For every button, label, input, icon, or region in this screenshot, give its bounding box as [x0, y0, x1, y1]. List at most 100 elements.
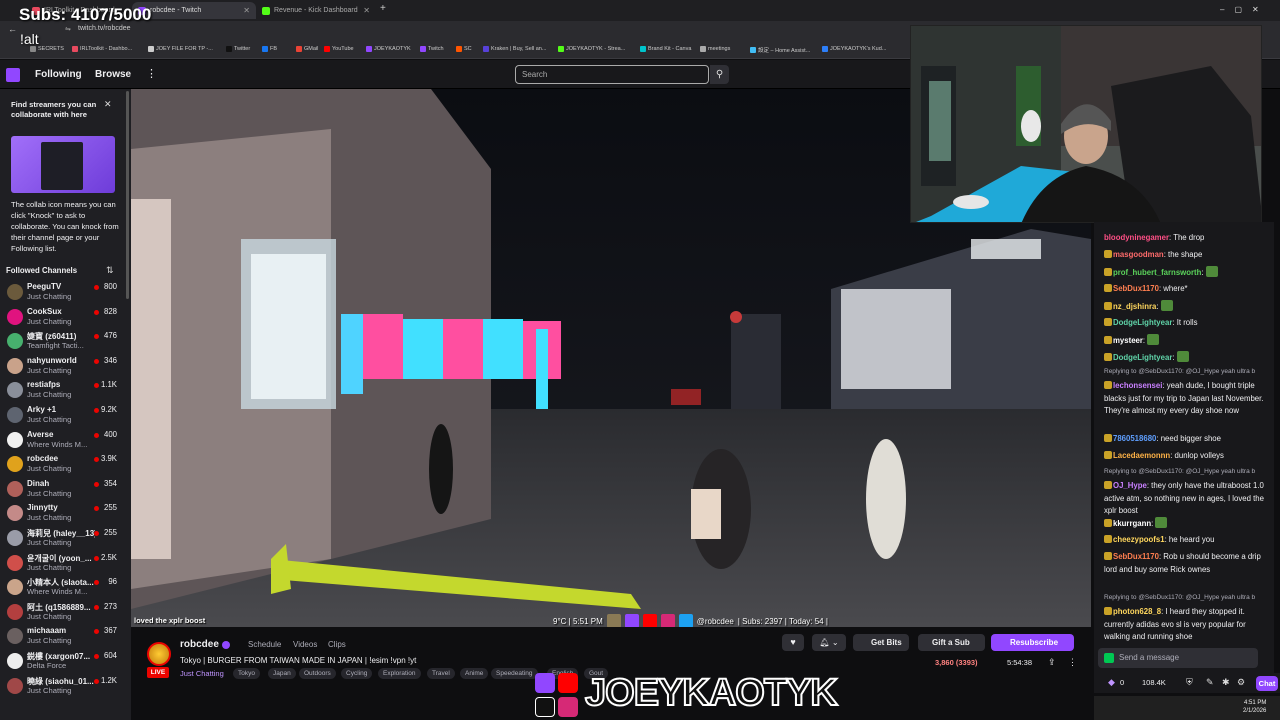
chat-reply-context[interactable]: Replying to @SebDux1170: @OJ_Hype yeah u… [1104, 594, 1270, 601]
chat-username[interactable]: cheezypoofs1 [1113, 535, 1165, 544]
stream-tag[interactable]: Speedeating [491, 668, 538, 679]
nav-browse-link[interactable]: Browse [95, 69, 131, 80]
bits-icon[interactable]: ◆ [1108, 677, 1115, 688]
sub-badge-icon[interactable] [1104, 607, 1112, 615]
more-options-icon[interactable]: ⋮ [146, 67, 157, 80]
resubscribe-button[interactable]: Resubscribe [991, 634, 1074, 651]
sidebar-scrollbar[interactable] [126, 91, 129, 299]
url-field[interactable]: twitch.tv/robcdee [78, 25, 131, 32]
bookmark-item[interactable]: Twitch [420, 46, 444, 52]
chat-input[interactable]: Send a message [1098, 648, 1258, 668]
sub-badge-icon[interactable] [1104, 302, 1112, 310]
emote-icon[interactable] [1176, 351, 1189, 362]
bookmark-item[interactable]: JOEYKAOTYK - Strea... [558, 46, 625, 52]
followed-channel-item[interactable]: michaaam Just Chatting 367 [0, 624, 122, 648]
stream-tag[interactable]: Japan [268, 668, 296, 679]
chat-username[interactable]: nz_djshinra [1113, 302, 1156, 311]
followed-channel-item[interactable]: CookSux Just Chatting 828 [0, 305, 122, 329]
sub-badge-icon[interactable] [1104, 318, 1112, 326]
notifications-button[interactable]: 🔔︎ ⌄ [812, 634, 846, 651]
tab-kick[interactable]: Revenue - Kick Dashboard ✕ [256, 2, 376, 19]
bookmark-item[interactable]: FB [262, 46, 277, 52]
search-input[interactable]: Search [515, 65, 709, 84]
followed-channel-item[interactable]: Jinnytty Just Chatting 255 [0, 501, 122, 525]
new-tab-icon[interactable]: + [380, 3, 386, 14]
bookmark-item[interactable]: JOEY FILE FOR TP -... [148, 46, 213, 52]
chat-username[interactable]: OJ_Hype [1113, 481, 1147, 490]
share-icon[interactable]: ⇪ [1048, 657, 1056, 668]
followed-channel-item[interactable]: robcdee Just Chatting 3.9K [0, 452, 122, 476]
sub-badge-icon[interactable] [1104, 284, 1112, 292]
emote-icon[interactable] [1160, 300, 1173, 311]
mod-icon[interactable]: ✱ [1222, 677, 1230, 688]
bookmark-item[interactable]: JOEYKAOTYK [366, 46, 411, 52]
sub-badge-icon[interactable] [1104, 381, 1112, 389]
followed-channel-item[interactable]: 婕寶 (z60411) Teamfight Tacti... 476 [0, 329, 122, 353]
close-icon[interactable]: ✕ [104, 99, 112, 110]
wand-icon[interactable]: ✎ [1206, 677, 1214, 688]
bookmark-item[interactable]: GMail [296, 46, 318, 52]
chat-username[interactable]: kkurrgann [1113, 519, 1151, 528]
bookmark-item[interactable]: Twitter [226, 46, 250, 52]
window-controls[interactable]: –▢✕ [1220, 5, 1269, 14]
bookmark-item[interactable]: meetings [700, 46, 730, 52]
chat-reply-context[interactable]: Replying to @SebDux1170: @OJ_Hype yeah u… [1104, 468, 1270, 475]
chat-username[interactable]: 7860518680 [1113, 434, 1156, 443]
sub-badge-icon[interactable] [1104, 250, 1112, 258]
followed-channel-item[interactable]: 小精本人 (slaota... Where Winds M... 96 [0, 575, 122, 599]
followed-channel-item[interactable]: 曉綠 (siaohu_01... Just Chatting 1.2K [0, 674, 122, 698]
followed-channel-item[interactable]: PeeguTV Just Chatting 800 [0, 280, 122, 304]
back-icon[interactable]: ← [8, 24, 17, 34]
emote-icon[interactable] [1155, 517, 1168, 528]
channel-avatar[interactable] [147, 642, 171, 666]
close-tab-icon[interactable]: ✕ [363, 6, 370, 15]
chat-username[interactable]: SebDux1170 [1113, 284, 1159, 293]
followed-channel-item[interactable]: 阿土 (q1586889... Just Chatting 273 [0, 600, 122, 624]
sub-badge-icon[interactable] [1104, 353, 1112, 361]
chat-username[interactable]: mysteer [1113, 336, 1143, 345]
gift-sub-button[interactable]: Gift a Sub [918, 634, 985, 651]
followed-channel-item[interactable]: Dinah Just Chatting 354 [0, 477, 122, 501]
sub-badge-icon[interactable] [1104, 481, 1112, 489]
followed-channel-item[interactable]: Arky +1 Just Chatting 9.2K [0, 403, 122, 427]
chat-username[interactable]: SebDux1170 [1113, 552, 1159, 561]
sub-badge-icon[interactable] [1104, 519, 1112, 527]
bookmark-item[interactable]: SC [456, 46, 472, 52]
stream-category[interactable]: Just Chatting [180, 669, 224, 678]
sort-icon[interactable]: ⇅ [106, 265, 114, 276]
followed-channel-item[interactable]: restiafps Just Chatting 1.1K [0, 378, 122, 402]
site-info-icon[interactable]: ⇋ [65, 25, 71, 33]
sub-badge-icon[interactable] [1104, 451, 1112, 459]
sub-badge-icon[interactable] [1104, 552, 1112, 560]
sub-badge-icon[interactable] [1104, 268, 1112, 276]
chat-reply-context[interactable]: Replying to @SebDux1170: @OJ_Hype yeah u… [1104, 368, 1270, 375]
chat-send-button[interactable]: Chat [1256, 676, 1278, 691]
follow-heart-button[interactable]: ♥ [782, 634, 804, 651]
followed-channel-item[interactable]: Averse Where Winds M... 400 [0, 428, 122, 452]
followed-channel-item[interactable]: 海莉兒 (haley__13) Just Chatting 255 [0, 526, 122, 550]
stream-tag[interactable]: Exploration [378, 668, 421, 679]
sub-badge-icon[interactable] [1104, 434, 1112, 442]
emote-icon[interactable] [1147, 334, 1160, 345]
channel-points-balance[interactable]: 108.4K [1142, 678, 1166, 687]
bookmark-item[interactable]: YouTube [324, 46, 354, 52]
schedule-link[interactable]: Schedule [248, 640, 281, 649]
stream-tag[interactable]: Tokyo [233, 668, 260, 679]
chat-username[interactable]: photon628_8 [1113, 607, 1161, 616]
get-bits-button[interactable]: Get Bits [853, 634, 909, 651]
chat-username[interactable]: Lacedaemonnn [1113, 451, 1170, 460]
settings-gear-icon[interactable]: ⚙ [1237, 677, 1245, 688]
twitch-logo-icon[interactable] [6, 68, 20, 82]
more-icon[interactable]: ⋮ [1068, 657, 1077, 668]
chat-username[interactable]: DodgeLightyear [1113, 318, 1172, 327]
bookmark-item[interactable]: 設定 – Home Assist... [750, 46, 810, 54]
chat-username[interactable]: prof_hubert_farnsworth [1113, 268, 1201, 277]
stream-tag[interactable]: Anime [460, 668, 489, 679]
bookmark-item[interactable]: IRLToolkit - Dashbo... [72, 46, 132, 52]
chat-username[interactable]: bloodyninegamer [1104, 233, 1169, 242]
nav-following-link[interactable]: Following [35, 69, 82, 80]
chat-username[interactable]: lechonsensei [1113, 381, 1162, 390]
followed-channel-item[interactable]: 윤개굴이 (yoon_... Just Chatting 2.5K [0, 551, 122, 575]
chat-username[interactable]: masgoodman [1113, 250, 1164, 259]
stream-tag[interactable]: Cycling [341, 668, 373, 679]
